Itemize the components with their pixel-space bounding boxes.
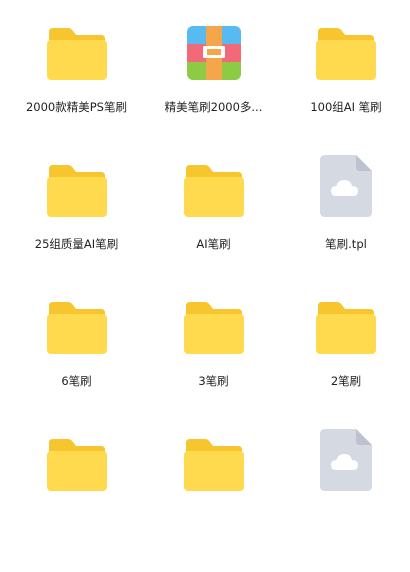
file-item-label: 2笔刷 <box>330 374 362 388</box>
folder-icon <box>45 298 109 354</box>
file-item-12[interactable] <box>282 429 410 572</box>
file-grid: 2000款精美PS笔刷 精美笔刷2000多... 100组AI 笔刷 25组质量… <box>8 24 410 505</box>
file-item-10[interactable] <box>8 435 145 572</box>
folder-icon <box>182 298 246 354</box>
file-item-label: 25组质量AI笔刷 <box>34 237 119 251</box>
file-item-2[interactable]: 精美笔刷2000多... <box>145 24 282 161</box>
file-item-3[interactable]: 100组AI 笔刷 <box>282 24 410 161</box>
file-item-1[interactable]: 2000款精美PS笔刷 <box>8 24 145 161</box>
cloud-file-icon <box>314 429 378 491</box>
file-item-11[interactable] <box>145 435 282 572</box>
folder-icon <box>314 24 378 80</box>
folder-icon <box>182 435 246 491</box>
file-item-label: 笔刷.tpl <box>325 237 367 251</box>
archive-icon <box>182 24 246 80</box>
cloud-file-icon <box>314 155 378 217</box>
file-item-label: 3笔刷 <box>198 374 229 388</box>
file-item-label: 6笔刷 <box>61 374 92 388</box>
file-item-4[interactable]: 25组质量AI笔刷 <box>8 161 145 298</box>
file-item-6[interactable]: 笔刷.tpl <box>282 155 410 298</box>
folder-icon <box>45 161 109 217</box>
file-item-5[interactable]: AI笔刷 <box>145 161 282 298</box>
file-item-label: 2000款精美PS笔刷 <box>25 100 127 114</box>
file-item-label: 100组AI 笔刷 <box>310 100 382 114</box>
file-item-7[interactable]: 6笔刷 <box>8 298 145 435</box>
file-item-9[interactable]: 2笔刷 <box>282 298 410 435</box>
folder-icon <box>182 161 246 217</box>
folder-icon <box>45 24 109 80</box>
file-item-8[interactable]: 3笔刷 <box>145 298 282 435</box>
folder-icon <box>314 298 378 354</box>
file-item-label: AI笔刷 <box>196 237 231 251</box>
file-item-label: 精美笔刷2000多... <box>164 100 263 114</box>
folder-icon <box>45 435 109 491</box>
